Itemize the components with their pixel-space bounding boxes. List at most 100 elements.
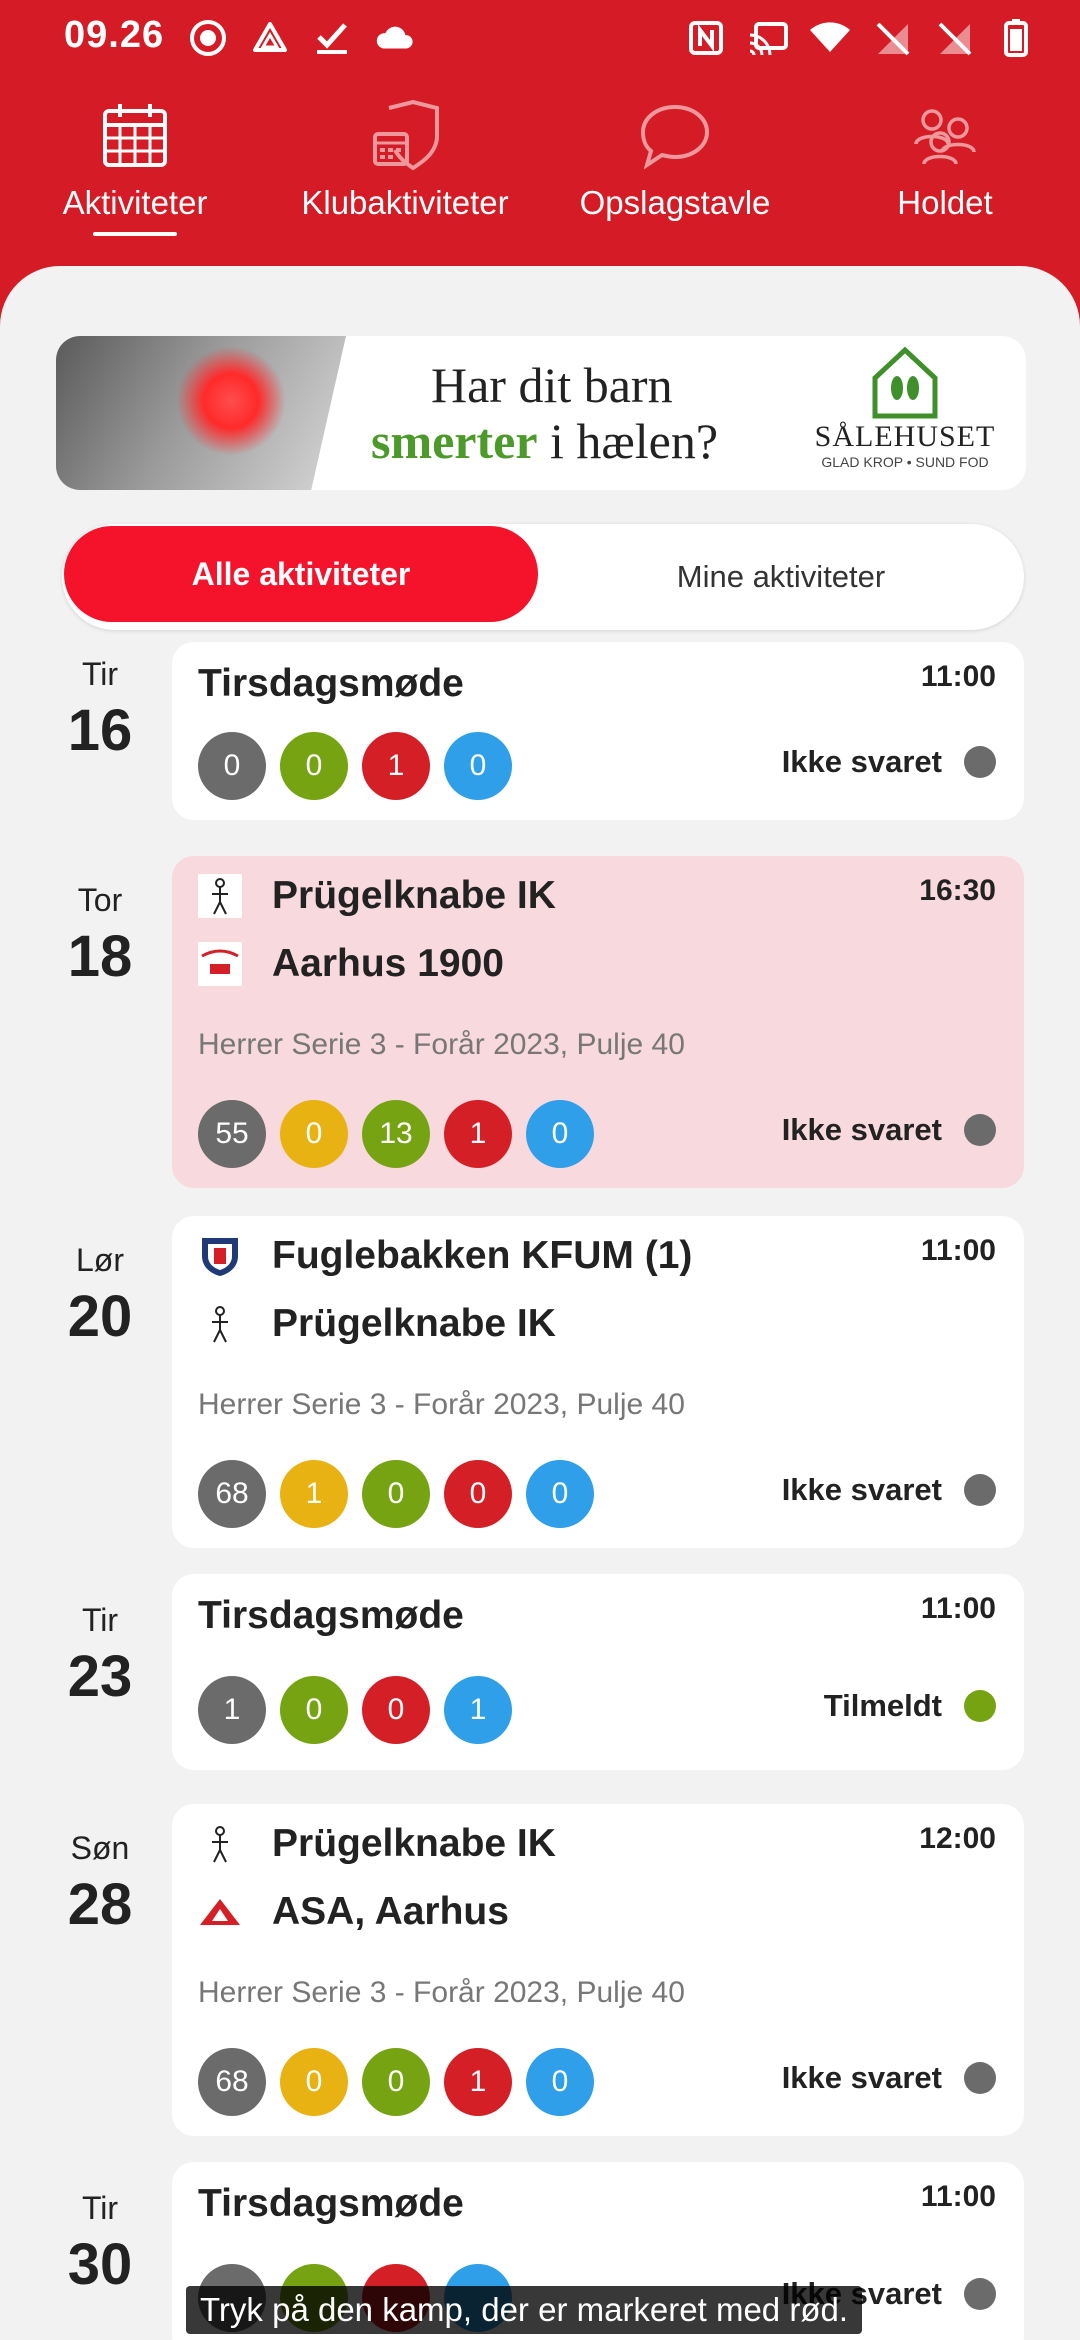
response-count-badge[interactable]: 0 [526, 1100, 594, 1168]
response-count-badge[interactable]: 68 [198, 1460, 266, 1528]
cast-icon [748, 18, 788, 58]
status-dot [964, 1114, 996, 1146]
club-logo-icon [198, 942, 242, 986]
top-tab-bar: Aktiviteter Klubaktiviteter Opslagstavle… [0, 96, 1080, 246]
response-count-badge[interactable]: 1 [444, 1676, 512, 1744]
banner-tagline: GLAD KROP • SUND FOD [821, 454, 989, 470]
banner-headline-1: Har dit barn [431, 357, 673, 413]
response-status[interactable]: Ikke svaret [782, 1472, 996, 1508]
weekday-label: Tir [81, 656, 119, 692]
event-date: Tir 16 [40, 656, 160, 764]
event-card[interactable]: Tirsdagsmøde 11:00 1001 Tilmeldt [172, 1574, 1024, 1770]
date-number: 18 [67, 924, 133, 989]
banner-highlight-word: smerter [371, 413, 538, 469]
response-count-badge[interactable]: 0 [526, 2048, 594, 2116]
filter-all-activities[interactable]: Alle aktiviteter [64, 526, 538, 622]
response-count-badge[interactable]: 0 [362, 1676, 430, 1744]
match-card[interactable]: Prügelknabe IK ASA, Aarhus 12:00 Herrer … [172, 1804, 1024, 2136]
banner-brand: SÅLEHUSET [814, 420, 996, 453]
event-card[interactable]: Tirsdagsmøde 11:00 0010 Ikke svaret [172, 642, 1024, 820]
response-count-badge[interactable]: 0 [362, 1460, 430, 1528]
response-count-badge[interactable]: 0 [280, 732, 348, 800]
tab-opslagstavle[interactable]: Opslagstavle [540, 96, 810, 246]
event-time: 11:00 [920, 1234, 996, 1267]
event-time: 11:00 [920, 1592, 996, 1625]
response-count-badge[interactable]: 0 [198, 732, 266, 800]
filter-my-activities[interactable]: Mine aktiviteter [538, 524, 1024, 630]
active-tab-indicator [93, 232, 177, 236]
away-team-name: ASA, Aarhus [272, 1890, 509, 1933]
response-count-badge[interactable]: 0 [444, 732, 512, 800]
event-title: Tirsdagsmøde [198, 662, 464, 705]
away-team-row: Aarhus 1900 [198, 942, 504, 986]
home-team-name: Prügelknabe IK [272, 1822, 556, 1865]
response-count-badge[interactable]: 1 [280, 1460, 348, 1528]
away-team-row: Prügelknabe IK [198, 1302, 556, 1346]
activity-filter-toggle: Alle aktiviteter Mine aktiviteter [62, 524, 1024, 630]
response-count-badge[interactable]: 0 [280, 2048, 348, 2116]
away-team-name: Prügelknabe IK [272, 1302, 556, 1345]
response-count-badge[interactable]: 0 [444, 1460, 512, 1528]
response-count-badge[interactable]: 0 [280, 1100, 348, 1168]
club-calendar-icon [365, 96, 445, 176]
response-status[interactable]: Ikke svaret [782, 744, 996, 780]
calendar-icon [95, 96, 175, 176]
response-count-badge[interactable]: 1 [198, 1676, 266, 1744]
response-count-badge[interactable]: 13 [362, 1100, 430, 1168]
response-status[interactable]: Ikke svaret [782, 1112, 996, 1148]
club-logo-icon [198, 874, 242, 918]
salehuset-logo: SÅLEHUSET GLAD KROP • SUND FOD [810, 344, 1000, 484]
content-sheet: Har dit barn smerter i hælen? SÅLEHUSET … [0, 266, 1080, 2340]
cloud-icon [374, 18, 414, 58]
response-count-badge[interactable]: 0 [362, 2048, 430, 2116]
response-count-badge[interactable]: 1 [444, 1100, 512, 1168]
status-dot [964, 2062, 996, 2094]
response-count-badge[interactable]: 1 [362, 732, 430, 800]
response-status[interactable]: Tilmeldt [824, 1688, 996, 1724]
weekday-label: Søn [70, 1830, 130, 1866]
check-icon [312, 18, 352, 58]
response-counts: 1001 [198, 1676, 512, 1744]
tab-klubaktiviteter[interactable]: Klubaktiviteter [270, 96, 540, 246]
response-count-badge[interactable]: 0 [280, 1676, 348, 1744]
response-status[interactable]: Ikke svaret [782, 2060, 996, 2096]
event-date: Lør 20 [40, 1242, 160, 1350]
weekday-label: Lør [76, 1242, 124, 1278]
match-card[interactable]: Fuglebakken KFUM (1) Prügelknabe IK 11:0… [172, 1216, 1024, 1548]
status-text: Ikke svaret [781, 2060, 942, 2095]
response-count-badge[interactable]: 1 [444, 2048, 512, 2116]
advertisement-banner[interactable]: Har dit barn smerter i hælen? SÅLEHUSET … [56, 336, 1026, 490]
league-label: Herrer Serie 3 - Forår 2023, Pulje 40 [198, 1388, 685, 1421]
date-number: 30 [67, 2232, 133, 2297]
match-card-highlighted[interactable]: Prügelknabe IK Aarhus 1900 16:30 Herrer … [172, 856, 1024, 1188]
tab-holdet[interactable]: Holdet [810, 96, 1080, 246]
home-team-name: Fuglebakken KFUM (1) [272, 1234, 693, 1277]
response-count-badge[interactable]: 0 [526, 1460, 594, 1528]
record-icon [188, 18, 228, 58]
wifi-icon [810, 18, 850, 58]
response-count-badge[interactable]: 55 [198, 1100, 266, 1168]
status-text: Ikke svaret [781, 1112, 942, 1147]
status-text: Ikke svaret [781, 1472, 942, 1507]
home-team-row: Fuglebakken KFUM (1) [198, 1234, 692, 1278]
event-time: 11:00 [920, 660, 996, 693]
status-text: Ikke svaret [781, 744, 942, 779]
event-time: 16:30 [919, 874, 996, 907]
weekday-label: Tor [77, 882, 123, 918]
tab-label: Aktiviteter [62, 184, 208, 221]
no-sim-icon [872, 18, 912, 58]
response-counts: 68 0 0 1 0 [198, 2048, 594, 2116]
event-title: Tirsdagsmøde [198, 1594, 464, 1637]
no-sim-icon [934, 18, 974, 58]
tab-label: Holdet [897, 184, 993, 221]
battery-icon [996, 18, 1036, 58]
weekday-label: Tir [81, 1602, 119, 1638]
home-team-row: Prügelknabe IK [198, 874, 556, 918]
nfc-icon [686, 18, 726, 58]
date-number: 23 [67, 1644, 133, 1709]
club-logo-icon [198, 1890, 242, 1934]
club-logo-icon [198, 1302, 242, 1346]
tab-aktiviteter[interactable]: Aktiviteter [0, 96, 270, 246]
response-count-badge[interactable]: 68 [198, 2048, 266, 2116]
team-icon [905, 96, 985, 176]
